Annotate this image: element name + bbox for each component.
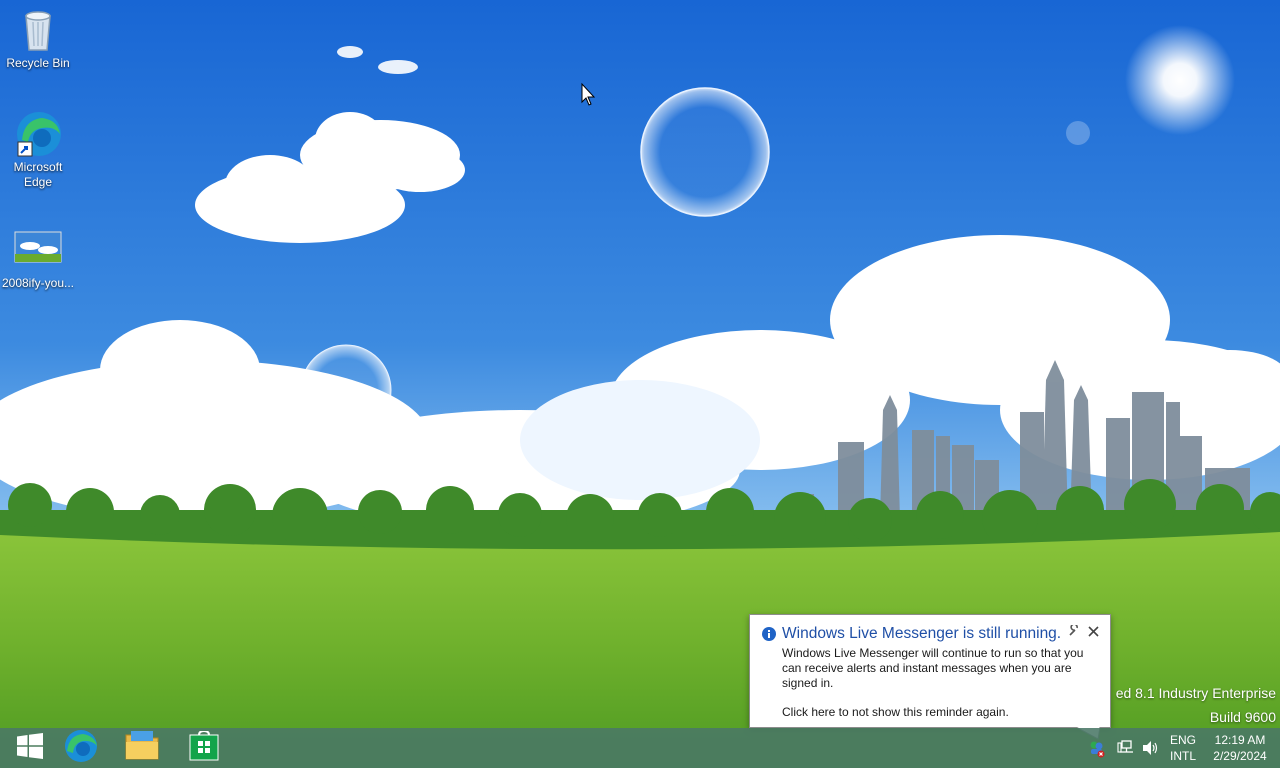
- desktop-icon-label: Recycle Bin: [6, 56, 70, 70]
- edge-icon: [14, 110, 62, 158]
- notification-dont-show-link[interactable]: Click here to not show this reminder aga…: [782, 705, 1009, 719]
- desktop-icon-recycle-bin[interactable]: Recycle Bin: [0, 6, 76, 71]
- settings-wrench-icon[interactable]: [1068, 623, 1080, 642]
- messenger-tray-icon[interactable]: [1088, 740, 1106, 763]
- edge-icon: [64, 729, 98, 768]
- notification-title: Windows Live Messenger is still running.: [782, 625, 1062, 642]
- windows-edition-watermark: ed 8.1 Industry Enterprise: [1115, 685, 1276, 701]
- input-language-indicator[interactable]: ENG INTL: [1166, 732, 1200, 764]
- desktop-icon-image-file[interactable]: 2008ify-you...: [0, 226, 76, 291]
- folder-icon: [125, 730, 159, 766]
- clock-date: 2/29/2024: [1213, 749, 1267, 763]
- keyboard-layout: INTL: [1169, 749, 1196, 763]
- desktop-icon-label: Microsoft Edge: [13, 160, 63, 189]
- clock-time: 12:19 AM: [1214, 733, 1266, 747]
- network-icon[interactable]: [1117, 740, 1135, 761]
- recycle-bin-icon: [14, 6, 62, 54]
- windows-logo-icon: [17, 732, 43, 764]
- windows-build-watermark: Build 9600: [1209, 709, 1276, 725]
- taskbar: ENG INTL 12:19 AM 2/29/2024: [0, 728, 1280, 768]
- desktop-icon-microsoft-edge[interactable]: Microsoft Edge: [0, 110, 76, 190]
- taskbar-store-button[interactable]: [174, 728, 234, 768]
- taskbar-file-explorer-button[interactable]: [112, 728, 172, 768]
- close-icon[interactable]: [1088, 624, 1099, 642]
- store-icon: [189, 729, 219, 766]
- info-icon: [762, 627, 776, 646]
- desktop-icon-label: 2008ify-you...: [1, 276, 75, 290]
- messenger-notification-balloon[interactable]: Windows Live Messenger is still running.…: [749, 614, 1111, 728]
- image-file-icon: [14, 226, 62, 274]
- language-code: ENG: [1169, 733, 1196, 747]
- taskbar-edge-button[interactable]: [51, 728, 111, 768]
- volume-icon[interactable]: [1142, 740, 1160, 761]
- clock[interactable]: 12:19 AM 2/29/2024: [1204, 732, 1276, 764]
- notification-body: Windows Live Messenger will continue to …: [782, 646, 1084, 690]
